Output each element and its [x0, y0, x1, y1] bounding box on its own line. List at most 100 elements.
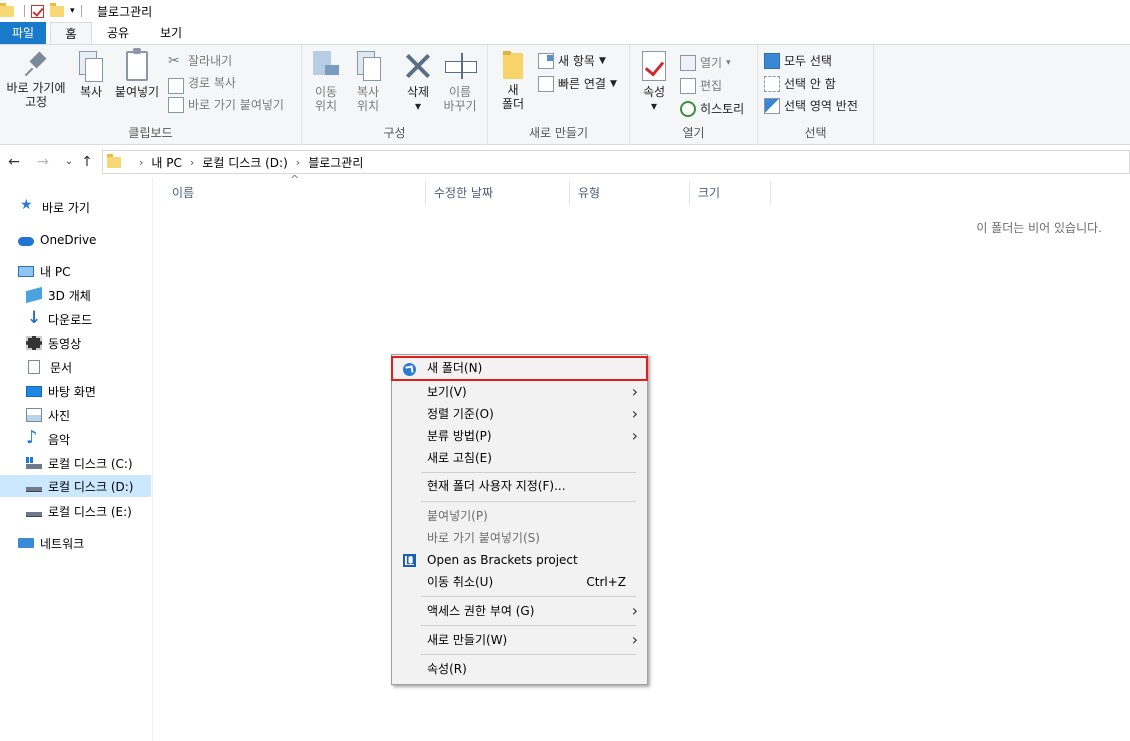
column-header-type[interactable]: 유형 [570, 181, 690, 205]
menu-item-new[interactable]: 새로 만들기(W) › [393, 629, 646, 651]
menu-item-sort-by[interactable]: 정렬 기준(O) › [393, 403, 646, 425]
dropdown-arrow-icon: ▼ [598, 56, 606, 66]
folder-icon [0, 2, 14, 17]
menu-item-paste-shortcut[interactable]: 바로 가기 붙여넣기(S) [393, 527, 646, 549]
new-item-label: 새 항목 [558, 54, 595, 68]
menu-item-label: 액세스 권한 부여 (G) [427, 604, 535, 618]
select-none-label: 선택 안 함 [784, 77, 836, 91]
easy-access-button[interactable]: 빠른 연결 ▼ [538, 74, 617, 94]
sidebar-item-music[interactable]: 음악 [26, 427, 70, 450]
menu-item-shortcut: Ctrl+Z [586, 575, 626, 589]
navigation-bar: ← → ⌄ ↑ › 내 PC › 로컬 디스크 (D:) › 블로그관리 [0, 148, 1130, 176]
menu-separator [421, 596, 636, 597]
history-button[interactable]: 히스토리 [680, 99, 744, 119]
pin-to-quick-access-button[interactable]: 바로 가기에 고정 [2, 51, 70, 109]
select-all-button[interactable]: 모두 선택 [764, 51, 832, 71]
tab-share[interactable]: 공유 [94, 22, 142, 44]
submenu-arrow-icon: › [631, 404, 638, 423]
menu-item-give-access[interactable]: 액세스 권한 부여 (G) › [393, 600, 646, 622]
select-group-label: 선택 [804, 126, 827, 140]
breadcrumb-chevron-icon[interactable]: › [190, 156, 194, 169]
sidebar-item-pictures[interactable]: 사진 [26, 404, 70, 426]
tab-view[interactable]: 보기 [145, 22, 197, 44]
paste-shortcut-button[interactable]: 바로 가기 붙여넣기 [168, 95, 284, 115]
sidebar-item-3d-objects[interactable]: 3D 개체 [26, 284, 91, 306]
copy-button[interactable]: 복사 [74, 51, 108, 99]
paste-shortcut-icon [168, 97, 184, 113]
tab-file[interactable]: 파일 [0, 22, 46, 44]
path-icon [168, 78, 184, 94]
menu-item-refresh[interactable]: 새로 고침(E) [393, 447, 646, 469]
sidebar-item-desktop[interactable]: 바탕 화면 [26, 380, 96, 402]
sidebar-item-local-disk-d[interactable]: 로컬 디스크 (D:) [0, 475, 151, 497]
new-item-button[interactable]: 새 항목 ▼ [538, 51, 606, 71]
tab-home[interactable]: 홈 [50, 22, 92, 44]
menu-item-customize-folder[interactable]: 현재 폴더 사용자 지정(F)... [393, 475, 646, 497]
sidebar-item-my-pc[interactable]: 내 PC [18, 260, 70, 282]
folder-icon [503, 51, 523, 79]
select-none-button[interactable]: 선택 안 함 [764, 74, 836, 94]
cut-button[interactable]: 잘라내기 [168, 51, 232, 71]
empty-folder-message: 이 폴더는 비어 있습니다. [976, 221, 1102, 235]
rename-button[interactable]: 이름 바꾸기 [440, 51, 480, 113]
breadcrumb-my-pc[interactable]: 내 PC [151, 154, 181, 171]
menu-item-properties[interactable]: 속성(R) [393, 658, 646, 680]
copy-label: 복사 [79, 85, 103, 99]
submenu-arrow-icon: › [631, 601, 638, 620]
clipboard-icon [126, 48, 148, 81]
breadcrumb-chevron-icon[interactable]: › [296, 156, 300, 169]
sidebar-item-documents[interactable]: 문서 [28, 356, 72, 378]
scissors-icon [168, 51, 184, 71]
paste-button[interactable]: 붙여넣기 [112, 48, 162, 99]
breadcrumb-local-disk-d[interactable]: 로컬 디스크 (D:) [202, 154, 287, 171]
sidebar-item-quick-access[interactable]: 바로 가기 [20, 196, 90, 218]
invert-selection-button[interactable]: 선택 영역 반전 [764, 96, 858, 116]
customize-dropdown-icon[interactable]: ▾ [70, 6, 75, 16]
delete-button[interactable]: 삭제 ▾ [398, 51, 438, 113]
menu-item-new-folder[interactable]: 새 폴더(N) [391, 356, 648, 381]
menu-item-group-by[interactable]: 분류 방법(P) › [393, 425, 646, 447]
new-folder-button[interactable]: 새 폴더 [498, 51, 528, 111]
breadcrumb-current-folder[interactable]: 블로그관리 [308, 154, 363, 171]
copy-to-button[interactable]: 복사 위치 [350, 51, 386, 113]
column-header-size[interactable]: 크기 [690, 181, 771, 205]
edit-button[interactable]: 편집 [680, 76, 722, 96]
address-bar[interactable]: › 내 PC › 로컬 디스크 (D:) › 블로그관리 [102, 150, 1130, 174]
pin-label-line2: 고정 [24, 95, 48, 109]
rename-line2: 바꾸기 [443, 99, 477, 113]
drive-icon [26, 457, 42, 469]
forward-arrow-icon[interactable]: → [34, 152, 52, 172]
breadcrumb-chevron-icon[interactable]: › [139, 156, 143, 169]
menu-item-label: 붙여넣기(P) [427, 509, 488, 523]
sidebar-item-onedrive[interactable]: OneDrive [18, 229, 96, 251]
sidebar-item-downloads[interactable]: 다운로드 [26, 308, 92, 330]
column-header-date-modified[interactable]: 수정한 날짜 [426, 181, 570, 205]
folder-icon [107, 153, 121, 168]
menu-item-open-brackets[interactable]: Open as Brackets project [393, 549, 646, 572]
menu-item-paste[interactable]: 붙여넣기(P) [393, 505, 646, 527]
move-to-button[interactable]: 이동 위치 [308, 51, 344, 113]
sidebar-item-local-disk-c[interactable]: 로컬 디스크 (C:) [26, 452, 133, 474]
menu-item-label: 현재 폴더 사용자 지정(F)... [427, 479, 566, 493]
menu-item-view[interactable]: 보기(V) › [393, 381, 646, 403]
move-to-line1: 이동 [314, 85, 338, 99]
back-arrow-icon[interactable]: ← [5, 152, 23, 172]
properties-check-icon[interactable] [31, 4, 44, 18]
dropdown-arrow-icon: ▼ [609, 79, 617, 89]
open-button[interactable]: 열기 ▾ [680, 53, 731, 73]
sidebar-item-network[interactable]: 네트워크 [18, 532, 84, 554]
up-arrow-icon[interactable]: ↑ [78, 152, 96, 172]
copy-path-button[interactable]: 경로 복사 [168, 73, 236, 94]
copy-path-label: 경로 복사 [188, 76, 236, 90]
sidebar-item-label: 로컬 디스크 (D:) [48, 479, 134, 494]
properties-button[interactable]: 속성 ▾ [638, 51, 670, 113]
sidebar-item-local-disk-e[interactable]: 로컬 디스크 (E:) [26, 500, 132, 522]
sidebar-item-videos[interactable]: 동영상 [26, 332, 81, 354]
rename-line1: 이름 [448, 85, 472, 99]
sidebar-item-label: 사진 [48, 408, 71, 423]
column-header-name[interactable]: 이름 [164, 181, 426, 205]
menu-item-undo-move[interactable]: 이동 취소(U) Ctrl+Z [393, 571, 646, 593]
new-folder-icon[interactable] [50, 2, 64, 17]
menu-item-label: 보기(V) [427, 385, 467, 399]
recent-locations-chevron-icon[interactable]: ⌄ [60, 152, 78, 172]
